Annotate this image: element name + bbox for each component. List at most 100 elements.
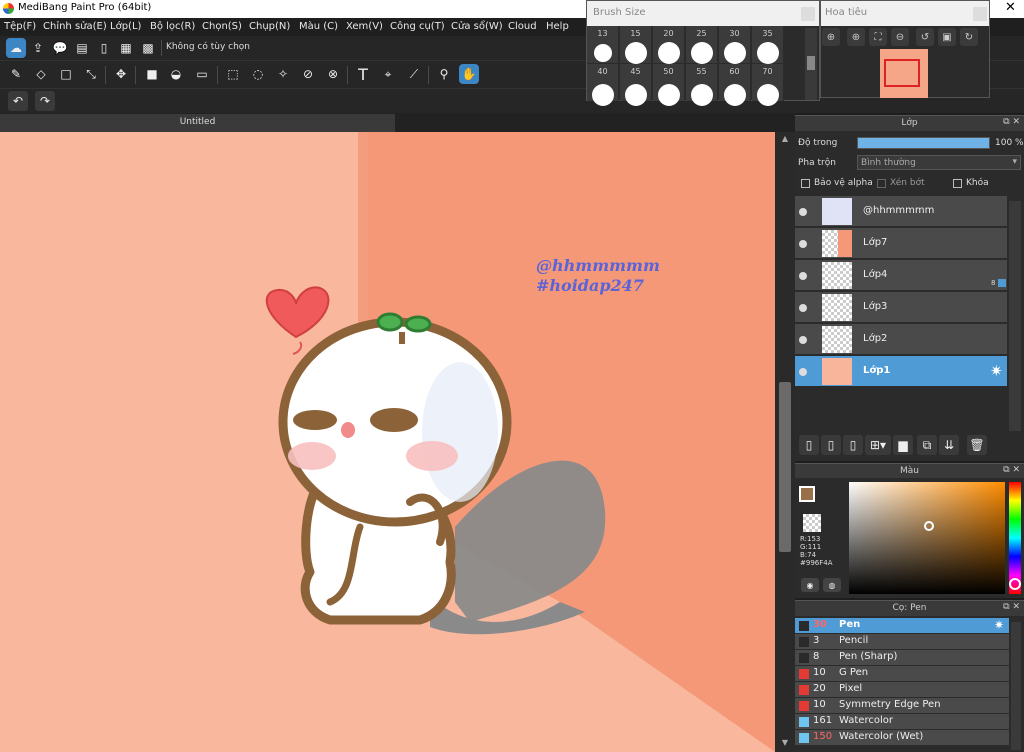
- color-saturation-picker[interactable]: [849, 482, 1005, 594]
- menu-tools[interactable]: Công cụ(T): [390, 21, 445, 32]
- zoom-in-icon[interactable]: ⊕: [847, 28, 865, 46]
- palette-icon[interactable]: ◉: [801, 578, 819, 592]
- layer-row[interactable]: Lớp2: [795, 324, 1007, 355]
- navigator-header[interactable]: Hoa tiêu: [821, 1, 989, 26]
- rect-tool-icon[interactable]: □: [56, 64, 76, 84]
- foreground-color-swatch[interactable]: [799, 486, 815, 502]
- brush-row[interactable]: 3 Pencil: [795, 634, 1009, 650]
- menu-window[interactable]: Cửa sổ(W): [451, 21, 503, 32]
- eyedrop-icon[interactable]: ◍: [823, 578, 841, 592]
- scroll-thumb[interactable]: [779, 382, 791, 552]
- brush-size-cell[interactable]: 25: [686, 26, 718, 64]
- fill-rect-tool-icon[interactable]: ■: [142, 64, 162, 84]
- menu-file[interactable]: Tệp(F): [4, 21, 36, 32]
- brush-size-cell[interactable]: 13: [587, 26, 619, 63]
- menu-color[interactable]: Màu (C): [299, 21, 338, 32]
- new-layer-icon[interactable]: ▯: [843, 435, 863, 455]
- undo-icon[interactable]: ↶: [8, 91, 28, 111]
- layer-row[interactable]: Lớp4 8: [795, 260, 1007, 291]
- move-tool-icon[interactable]: ✥: [111, 64, 131, 84]
- operation-tool-icon[interactable]: ⌖: [378, 64, 398, 84]
- brush-size-cell[interactable]: 45: [620, 64, 652, 106]
- lasso-icon[interactable]: ◌: [248, 64, 268, 84]
- brush-row[interactable]: 8 Pen (Sharp): [795, 650, 1009, 666]
- panel-icon[interactable]: ▦: [116, 38, 136, 58]
- upload-icon[interactable]: ⇪: [28, 38, 48, 58]
- brush-size-cell[interactable]: 35: [752, 26, 784, 64]
- color-picker-cursor[interactable]: [924, 521, 934, 531]
- menu-edit[interactable]: Chỉnh sửa(E): [43, 21, 107, 32]
- menu-cloud[interactable]: Cloud: [508, 21, 537, 32]
- gear-icon[interactable]: ✷: [990, 362, 1003, 380]
- scroll-thumb[interactable]: [807, 56, 815, 70]
- hue-slider[interactable]: [1009, 482, 1021, 594]
- close-icon[interactable]: [801, 7, 815, 21]
- fit-window-icon[interactable]: ⛶: [869, 28, 887, 46]
- menu-select[interactable]: Chọn(S): [202, 21, 242, 32]
- transparent-color-swatch[interactable]: [803, 514, 821, 532]
- brush-row[interactable]: 150 Watercolor (Wet): [795, 730, 1009, 746]
- rotate-right-icon[interactable]: ↻: [960, 28, 978, 46]
- line-tool-icon[interactable]: ⤡: [81, 64, 101, 84]
- document-tab[interactable]: Untitled: [0, 114, 395, 132]
- zoom-in-icon[interactable]: ⊕: [822, 28, 840, 46]
- brush-size-cell[interactable]: 70: [752, 64, 784, 106]
- drawing-canvas[interactable]: @hhmmmmm #hoidap247: [0, 132, 775, 752]
- actual-size-icon[interactable]: ▣: [938, 28, 956, 46]
- divide-tool-icon[interactable]: ⟋: [404, 64, 424, 84]
- visibility-eye-icon[interactable]: [799, 304, 807, 312]
- select-eraser-icon[interactable]: ⊗: [323, 64, 343, 84]
- canvas-vertical-scrollbar[interactable]: ▲ ▼: [775, 132, 795, 752]
- visibility-eye-icon[interactable]: [799, 336, 807, 344]
- scroll-up-icon[interactable]: ▲: [779, 134, 791, 146]
- menu-help[interactable]: Help: [546, 21, 569, 32]
- clipping-checkbox[interactable]: [877, 179, 886, 188]
- magic-wand-icon[interactable]: ✧: [273, 64, 293, 84]
- blend-mode-select[interactable]: Bình thường ▾: [857, 155, 1021, 170]
- gradient-tool-icon[interactable]: ▭: [192, 64, 212, 84]
- eraser-tool-icon[interactable]: ◇: [31, 64, 51, 84]
- trash-icon[interactable]: 🗑: [967, 435, 987, 455]
- merge-layer-icon[interactable]: ⇊: [939, 435, 959, 455]
- brush-size-cell[interactable]: 60: [719, 64, 751, 106]
- visibility-eye-icon[interactable]: [799, 240, 807, 248]
- brush-size-cell[interactable]: 40: [587, 64, 619, 106]
- gear-icon[interactable]: ✷: [994, 618, 1004, 632]
- brush-size-cell[interactable]: 15: [620, 26, 652, 64]
- brush-list-scrollbar[interactable]: [1011, 622, 1021, 750]
- visibility-eye-icon[interactable]: [799, 368, 807, 376]
- menu-layer[interactable]: Lớp(L): [110, 21, 141, 32]
- view-frame[interactable]: [884, 59, 920, 87]
- eyedropper-icon[interactable]: ⚲: [434, 64, 454, 84]
- brush-row[interactable]: 10 Symmetry Edge Pen: [795, 698, 1009, 714]
- hand-tool-icon[interactable]: ✋: [459, 64, 479, 84]
- hue-slider-handle[interactable]: [1009, 578, 1021, 590]
- panel-float-close-icon[interactable]: ⧉ ✕: [1003, 117, 1020, 127]
- visibility-eye-icon[interactable]: [799, 208, 807, 216]
- new-layer-icon[interactable]: ▯: [799, 435, 819, 455]
- brush-size-cell[interactable]: 20: [653, 26, 685, 64]
- close-icon[interactable]: ✕: [997, 0, 1024, 18]
- brush-size-header[interactable]: Brush Size: [587, 1, 819, 26]
- grid-icon[interactable]: ▩: [138, 38, 158, 58]
- comment-icon[interactable]: 💬: [50, 38, 70, 58]
- close-icon[interactable]: [973, 7, 987, 21]
- new-layer-icon[interactable]: ▯: [821, 435, 841, 455]
- select-rect-icon[interactable]: ⬚: [223, 64, 243, 84]
- visibility-eye-icon[interactable]: [799, 272, 807, 280]
- menu-capture[interactable]: Chụp(N): [249, 21, 290, 32]
- brush-row[interactable]: 161 Watercolor: [795, 714, 1009, 730]
- select-pen-icon[interactable]: ⊘: [298, 64, 318, 84]
- page-icon[interactable]: ▯: [94, 38, 114, 58]
- panel-float-close-icon[interactable]: ⧉ ✕: [1003, 465, 1020, 475]
- redo-icon[interactable]: ↷: [35, 91, 55, 111]
- brush-size-cell[interactable]: 30: [719, 26, 751, 64]
- brush-size-cell[interactable]: 50: [653, 64, 685, 106]
- brush-tool-icon[interactable]: ✎: [6, 64, 26, 84]
- opacity-slider[interactable]: [857, 137, 990, 149]
- bucket-tool-icon[interactable]: ◒: [166, 64, 186, 84]
- duplicate-layer-icon[interactable]: ⧉: [917, 435, 937, 455]
- zoom-out-icon[interactable]: ⊖: [891, 28, 909, 46]
- text-tool-icon[interactable]: T: [353, 64, 373, 84]
- menu-view[interactable]: Xem(V): [346, 21, 383, 32]
